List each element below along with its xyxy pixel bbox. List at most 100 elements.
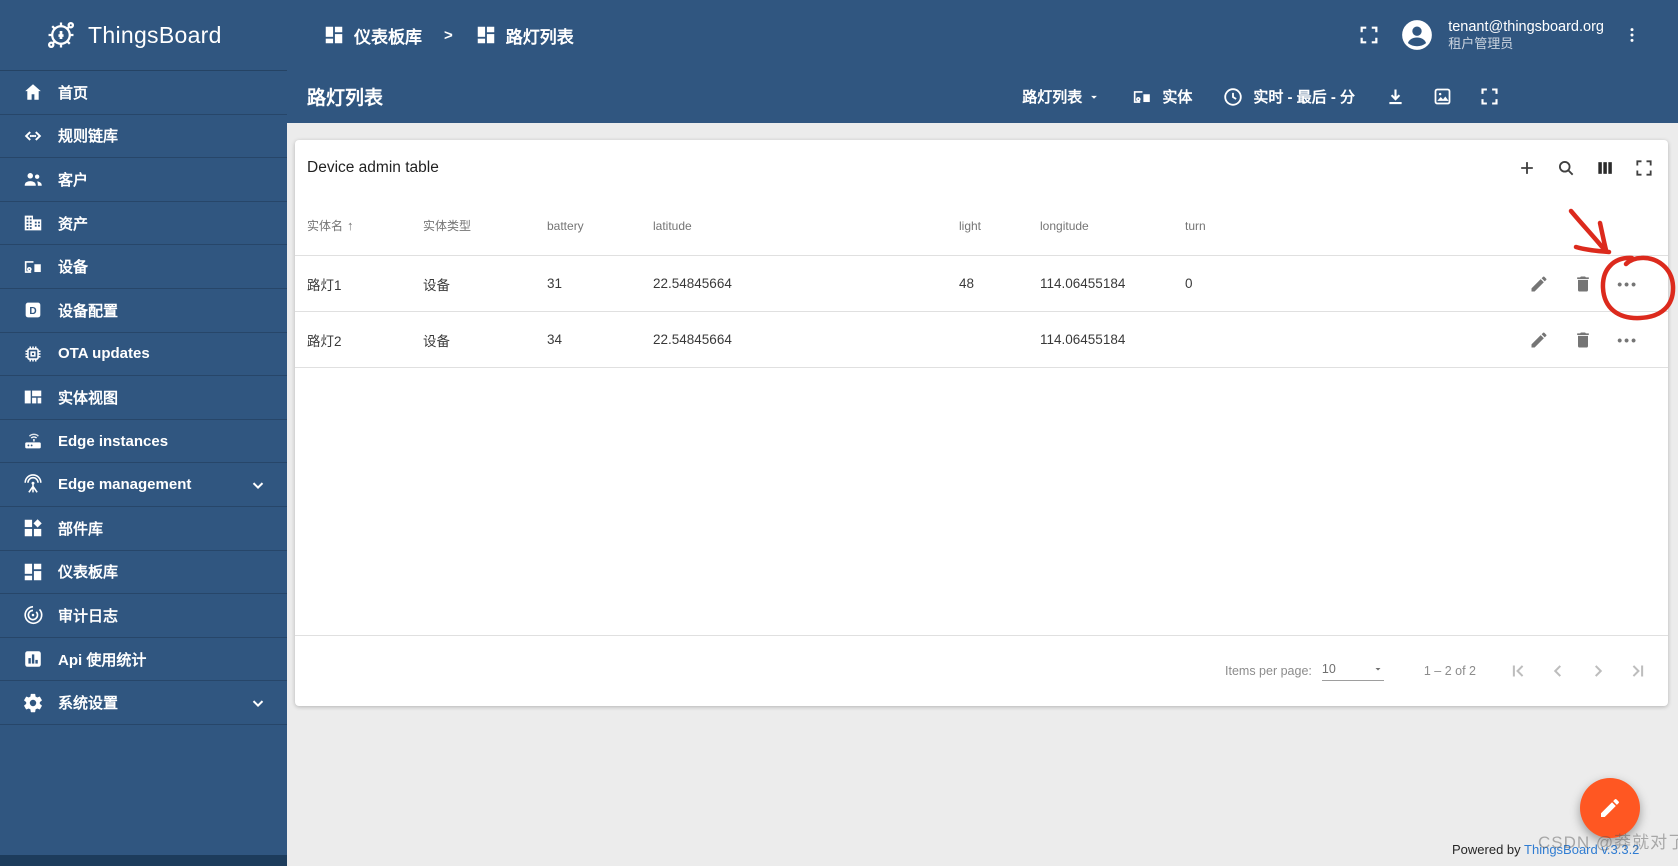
rule-chains-icon bbox=[22, 125, 58, 147]
dashboard-content: Device admin table 实体名 ↑ 实体类型 battery la… bbox=[287, 123, 1678, 866]
sort-asc-icon: ↑ bbox=[347, 218, 354, 233]
sidebar-item-dashboards[interactable]: 仪表板库 bbox=[0, 551, 287, 595]
avatar bbox=[1400, 18, 1434, 52]
image-icon bbox=[1432, 86, 1453, 107]
more-actions-button[interactable]: ••• bbox=[1617, 276, 1638, 292]
home-icon bbox=[22, 81, 58, 103]
devices-icon bbox=[1131, 86, 1153, 108]
previous-page-button[interactable] bbox=[1538, 651, 1578, 691]
sidebar-item-home[interactable]: 首页 bbox=[0, 71, 287, 115]
caret-down-icon bbox=[1087, 90, 1101, 104]
toolbar-fullscreen-button[interactable] bbox=[1479, 86, 1500, 107]
widget-fullscreen-button[interactable] bbox=[1634, 158, 1654, 178]
cell-entity-type: 设备 bbox=[423, 333, 450, 349]
sidebar-item-assets[interactable]: 资产 bbox=[0, 202, 287, 246]
plus-icon bbox=[1517, 158, 1537, 178]
last-page-button[interactable] bbox=[1618, 651, 1658, 691]
cell-turn: 0 bbox=[1185, 276, 1193, 291]
items-per-page-label: Items per page: bbox=[1225, 664, 1312, 678]
search-icon bbox=[1556, 158, 1576, 178]
column-header-entity-type[interactable]: 实体类型 bbox=[423, 217, 547, 234]
column-header-longitude[interactable]: longitude bbox=[1040, 219, 1185, 233]
sidebar-item-edge-management[interactable]: Edge management bbox=[0, 463, 287, 507]
sidebar-item-ota-updates[interactable]: OTA updates bbox=[0, 333, 287, 377]
search-button[interactable] bbox=[1556, 158, 1576, 178]
dashboards-icon bbox=[323, 24, 345, 46]
export-button[interactable] bbox=[1385, 86, 1406, 107]
entity-views-icon bbox=[22, 386, 58, 408]
trash-icon bbox=[1573, 330, 1593, 350]
cell-latitude: 22.54845664 bbox=[653, 332, 732, 347]
column-header-battery[interactable]: battery bbox=[547, 219, 653, 233]
top-header: 仪表板库 > 路灯列表 tenant@thingsboard.org 租户管理员 bbox=[287, 0, 1678, 70]
caret-down-icon bbox=[1372, 663, 1384, 675]
add-entity-button[interactable] bbox=[1517, 158, 1537, 178]
widgets-icon bbox=[22, 517, 58, 539]
sidebar-menu: 首页 规则链库 客户 资产 设备 D 设备配置 OTA updates 实体视图… bbox=[0, 70, 287, 725]
breadcrumb-current-dashboard[interactable]: 路灯列表 bbox=[475, 23, 574, 48]
dashboard-image-button[interactable] bbox=[1432, 86, 1453, 107]
first-page-button[interactable] bbox=[1498, 651, 1538, 691]
edge-management-icon bbox=[22, 473, 58, 496]
timewindow-button[interactable]: 实时 - 最后 - 分 bbox=[1222, 86, 1355, 108]
svg-text:D: D bbox=[29, 306, 36, 317]
column-header-entity-name[interactable]: 实体名 ↑ bbox=[307, 217, 423, 234]
thingsboard-logo[interactable]: ThingsBoard bbox=[0, 0, 287, 70]
widget-title: Device admin table bbox=[307, 159, 439, 176]
fullscreen-button[interactable] bbox=[1358, 24, 1380, 46]
dashboards-icon bbox=[22, 561, 58, 583]
csdn-watermark: CSDN @莽就对了 bbox=[1538, 833, 1678, 852]
sidebar-item-entity-views[interactable]: 实体视图 bbox=[0, 376, 287, 420]
sidebar-item-device-profiles[interactable]: D 设备配置 bbox=[0, 289, 287, 333]
trash-icon bbox=[1573, 274, 1593, 294]
edge-instances-icon bbox=[22, 430, 58, 452]
audit-logs-icon bbox=[22, 604, 58, 626]
entities-table-widget: Device admin table 实体名 ↑ 实体类型 battery la… bbox=[295, 140, 1668, 706]
more-actions-button[interactable]: ••• bbox=[1617, 332, 1638, 348]
sidebar-item-edge-instances[interactable]: Edge instances bbox=[0, 420, 287, 464]
sidebar-item-api-usage[interactable]: Api 使用统计 bbox=[0, 638, 287, 682]
user-info[interactable]: tenant@thingsboard.org 租户管理员 bbox=[1448, 18, 1604, 52]
table-row[interactable]: 路灯1 设备 31 22.54845664 48 114.06455184 0 … bbox=[295, 256, 1668, 312]
sidebar-item-system-settings[interactable]: 系统设置 bbox=[0, 681, 287, 725]
sidebar-item-devices[interactable]: 设备 bbox=[0, 245, 287, 289]
columns-button[interactable] bbox=[1595, 158, 1615, 178]
chevron-down-icon bbox=[249, 476, 267, 494]
column-header-light[interactable]: light bbox=[959, 219, 1040, 233]
cell-entity-type: 设备 bbox=[423, 277, 450, 293]
next-page-button[interactable] bbox=[1578, 651, 1618, 691]
cell-entity-name: 路灯2 bbox=[307, 333, 342, 349]
dashboard-state-selector[interactable]: 路灯列表 bbox=[1022, 86, 1101, 107]
view-columns-icon bbox=[1595, 158, 1615, 178]
edit-row-button[interactable] bbox=[1529, 274, 1549, 294]
chevron-down-icon bbox=[249, 694, 267, 712]
breadcrumb-dashboards[interactable]: 仪表板库 bbox=[323, 23, 422, 48]
delete-row-button[interactable] bbox=[1573, 274, 1593, 294]
column-header-latitude[interactable]: latitude bbox=[653, 219, 959, 233]
customers-icon bbox=[22, 168, 58, 190]
cell-longitude: 114.06455184 bbox=[1040, 332, 1126, 347]
delete-row-button[interactable] bbox=[1573, 330, 1593, 350]
items-per-page-select[interactable]: 10 bbox=[1321, 662, 1384, 681]
edit-row-button[interactable] bbox=[1529, 330, 1549, 350]
sidebar-item-rule-chains[interactable]: 规则链库 bbox=[0, 115, 287, 159]
table-row[interactable]: 路灯2 设备 34 22.54845664 114.06455184 ••• bbox=[295, 312, 1668, 368]
more-menu-button[interactable] bbox=[1622, 25, 1642, 45]
entity-select-button[interactable]: 实体 bbox=[1131, 86, 1192, 108]
chevron-left-icon bbox=[1547, 660, 1569, 682]
user-role: 租户管理员 bbox=[1448, 35, 1514, 51]
user-menu-button[interactable] bbox=[1400, 18, 1434, 52]
sidebar-item-widgets-library[interactable]: 部件库 bbox=[0, 507, 287, 551]
sidebar-item-audit-logs[interactable]: 审计日志 bbox=[0, 594, 287, 638]
more-actions-icon: ••• bbox=[1617, 331, 1638, 348]
sidebar-item-customers[interactable]: 客户 bbox=[0, 158, 287, 202]
breadcrumb-separator: > bbox=[444, 26, 453, 44]
chevron-right-icon bbox=[1587, 660, 1609, 682]
download-icon bbox=[1385, 86, 1406, 107]
api-usage-icon bbox=[22, 648, 58, 670]
ota-updates-icon bbox=[22, 343, 58, 365]
dashboards-icon bbox=[475, 24, 497, 46]
table-header-row: 实体名 ↑ 实体类型 battery latitude light longit… bbox=[295, 196, 1668, 256]
column-header-turn[interactable]: turn bbox=[1185, 219, 1335, 233]
fullscreen-icon bbox=[1358, 24, 1380, 46]
